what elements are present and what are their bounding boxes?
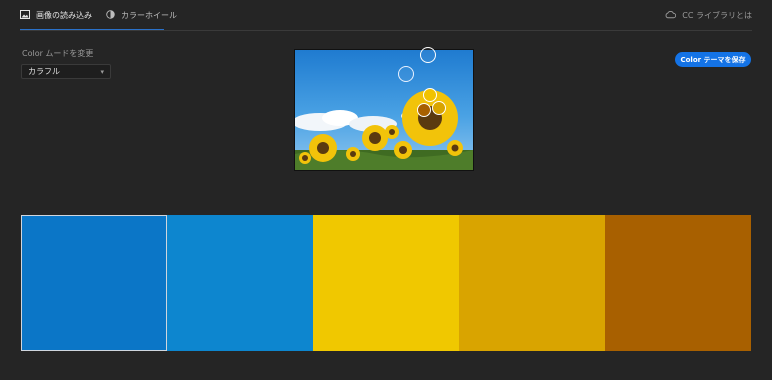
swatch-1[interactable] <box>21 215 167 351</box>
swatch-3[interactable] <box>313 215 459 351</box>
tab-color-wheel[interactable]: カラーホイール <box>106 0 177 30</box>
color-picker-3[interactable] <box>423 88 437 102</box>
color-picker-1[interactable] <box>420 47 436 63</box>
creative-cloud-icon <box>665 10 677 21</box>
color-theme-swatches <box>21 215 751 351</box>
tab-color-wheel-label: カラーホイール <box>121 10 177 20</box>
save-theme-button[interactable]: Color テーマを保存 <box>675 52 751 67</box>
cc-libraries-label: CC ライブラリとは <box>682 11 752 20</box>
color-picker-4[interactable] <box>432 101 446 115</box>
mood-dropdown[interactable]: カラフル ▾ <box>21 64 111 79</box>
mood-label: Color ムードを変更 <box>22 49 94 58</box>
chevron-down-icon: ▾ <box>100 67 104 76</box>
tab-bar: 画像の読み込み カラーホイール <box>20 0 177 30</box>
color-wheel-icon <box>106 9 115 21</box>
cc-libraries-link[interactable]: CC ライブラリとは <box>665 10 752 21</box>
tab-import-image-label: 画像の読み込み <box>36 10 92 20</box>
source-image[interactable] <box>295 50 473 170</box>
color-picker-2[interactable] <box>398 66 414 82</box>
color-picker-5[interactable] <box>417 103 431 117</box>
tab-import-image[interactable]: 画像の読み込み <box>20 0 92 30</box>
tab-divider <box>20 30 752 31</box>
mood-value: カラフル <box>28 67 60 76</box>
swatch-4[interactable] <box>459 215 605 351</box>
swatch-2[interactable] <box>167 215 313 351</box>
swatch-5[interactable] <box>605 215 751 351</box>
image-icon <box>20 9 30 21</box>
